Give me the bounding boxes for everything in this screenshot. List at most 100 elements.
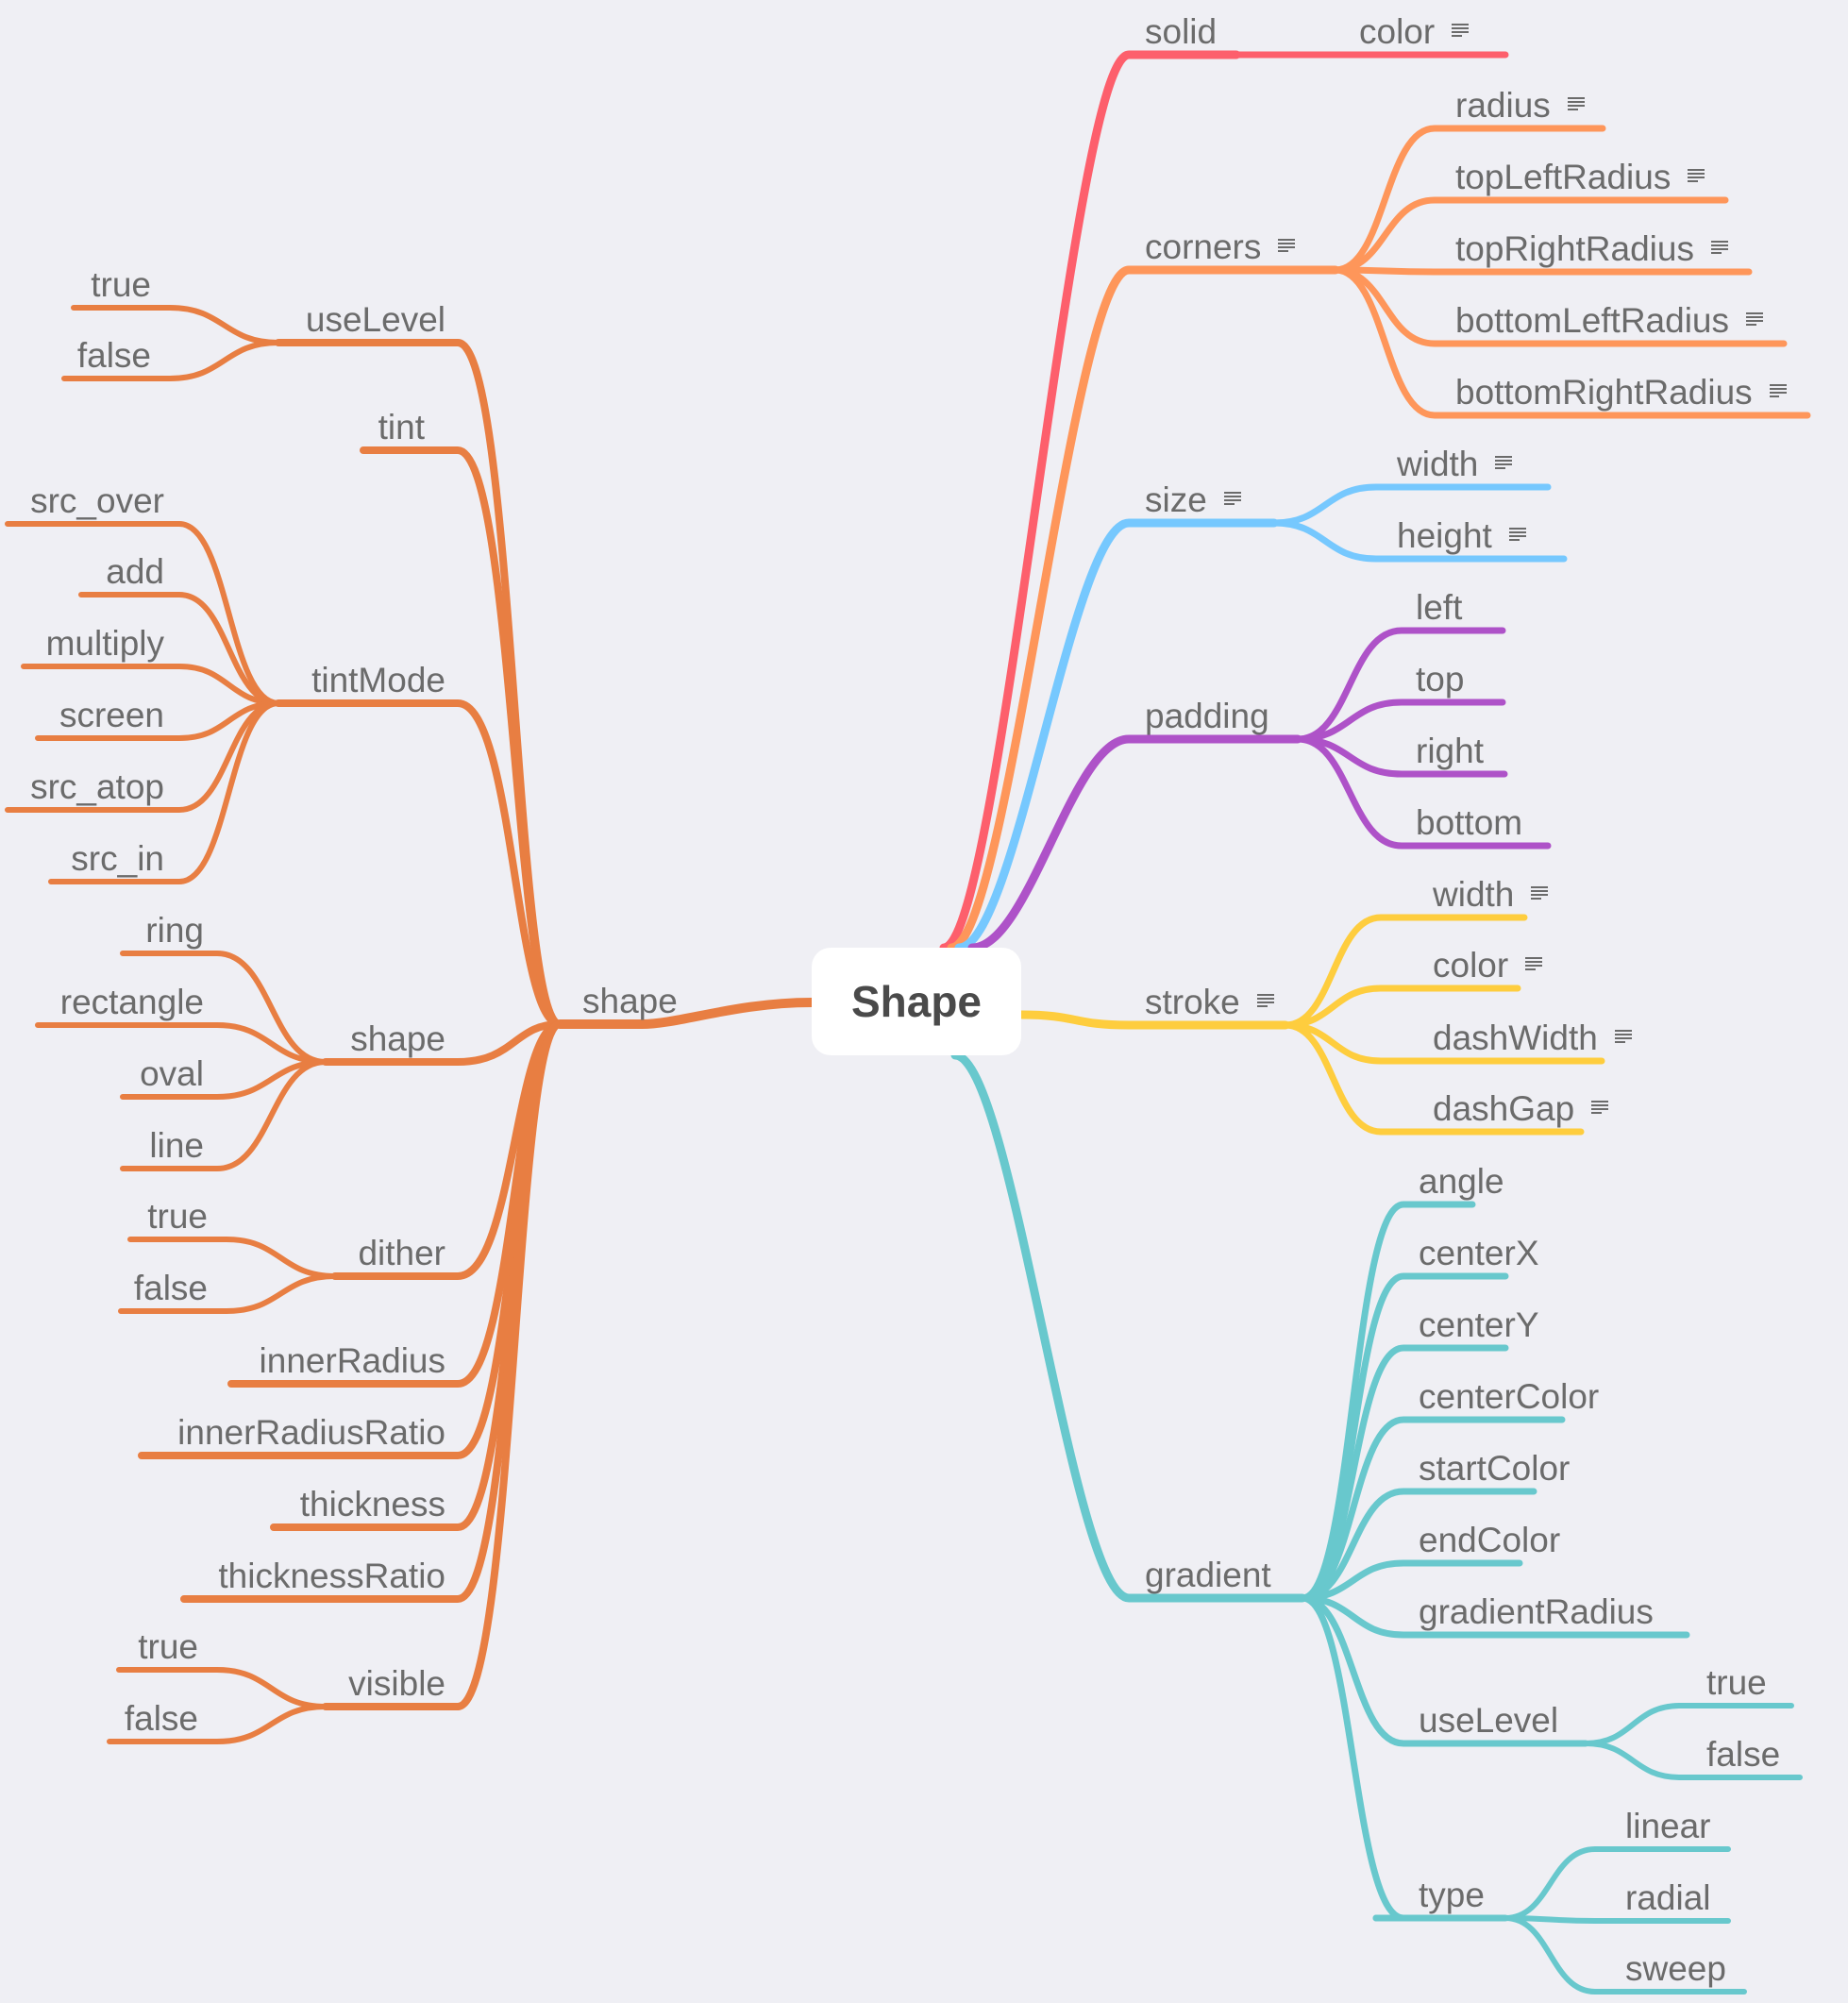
node-label: shape — [582, 982, 678, 1020]
node-false[interactable]: false — [1706, 1737, 1780, 1772]
note-icon[interactable] — [1508, 528, 1526, 542]
node-left[interactable]: left — [1416, 590, 1462, 625]
node-false[interactable]: false — [77, 338, 151, 373]
note-icon[interactable] — [1591, 1101, 1609, 1115]
node-solid[interactable]: solid — [1145, 14, 1217, 49]
node-true[interactable]: true — [147, 1199, 208, 1234]
node-dashWidth[interactable]: dashWidth — [1433, 1020, 1632, 1055]
note-icon[interactable] — [1746, 312, 1764, 327]
node-label: true — [138, 1627, 198, 1666]
note-icon[interactable] — [1278, 239, 1296, 253]
node-padding[interactable]: padding — [1145, 699, 1269, 733]
node-right[interactable]: right — [1416, 733, 1484, 768]
node-top[interactable]: top — [1416, 662, 1464, 697]
node-screen[interactable]: screen — [59, 698, 164, 732]
node-false[interactable]: false — [125, 1701, 198, 1736]
node-topLeftRadius[interactable]: topLeftRadius — [1455, 160, 1705, 194]
node-line[interactable]: line — [149, 1128, 204, 1163]
child-connector — [1299, 1594, 1404, 1922]
node-true[interactable]: true — [1706, 1665, 1767, 1700]
node-width[interactable]: width — [1433, 877, 1549, 912]
node-rectangle[interactable]: rectangle — [60, 985, 204, 1019]
node-angle[interactable]: angle — [1419, 1164, 1504, 1199]
node-centerColor[interactable]: centerColor — [1419, 1379, 1599, 1414]
child-connector — [1294, 627, 1506, 743]
node-label: type — [1419, 1876, 1485, 1914]
node-centerY[interactable]: centerY — [1419, 1307, 1539, 1342]
node-label: startColor — [1419, 1449, 1571, 1488]
node-linear[interactable]: linear — [1625, 1809, 1711, 1843]
node-startColor[interactable]: startColor — [1419, 1451, 1570, 1486]
node-tintMode[interactable]: tintMode — [311, 663, 445, 698]
node-visible[interactable]: visible — [348, 1666, 445, 1701]
node-corners[interactable]: corners — [1145, 229, 1296, 264]
node-label: tint — [378, 408, 425, 446]
node-true[interactable]: true — [91, 267, 151, 302]
note-icon[interactable] — [1614, 1030, 1632, 1044]
node-centerX[interactable]: centerX — [1419, 1236, 1539, 1271]
node-radius[interactable]: radius — [1455, 88, 1585, 123]
leaf-connector — [1503, 1915, 1731, 1924]
node-src_in[interactable]: src_in — [71, 841, 164, 876]
node-type[interactable]: type — [1419, 1877, 1485, 1912]
node-label: screen — [59, 696, 164, 734]
node-oval[interactable]: oval — [140, 1056, 204, 1091]
node-shape-branch[interactable]: shape — [582, 984, 678, 1018]
node-gradientRadius[interactable]: gradientRadius — [1419, 1594, 1654, 1629]
node-height[interactable]: height — [1397, 518, 1526, 553]
node-topRightRadius[interactable]: topRightRadius — [1455, 231, 1728, 266]
node-thicknessRatio[interactable]: thicknessRatio — [218, 1558, 445, 1593]
node-label: false — [133, 1269, 208, 1307]
node-sweep[interactable]: sweep — [1625, 1951, 1726, 1986]
node-gradient[interactable]: gradient — [1145, 1557, 1271, 1592]
node-bottomLeftRadius[interactable]: bottomLeftRadius — [1455, 303, 1764, 338]
node-width[interactable]: width — [1397, 446, 1513, 481]
note-icon[interactable] — [1256, 994, 1274, 1008]
node-label: ring — [145, 911, 204, 950]
node-ring[interactable]: ring — [145, 913, 204, 948]
node-bottomRightRadius[interactable]: bottomRightRadius — [1455, 375, 1787, 410]
node-color[interactable]: color — [1433, 948, 1543, 983]
node-true[interactable]: true — [138, 1629, 198, 1664]
node-label: tintMode — [311, 661, 445, 699]
note-icon[interactable] — [1710, 241, 1728, 255]
node-dashGap[interactable]: dashGap — [1433, 1091, 1609, 1126]
node-tint[interactable]: tint — [378, 410, 425, 445]
node-bottom[interactable]: bottom — [1416, 805, 1522, 840]
node-size[interactable]: size — [1145, 482, 1241, 517]
note-icon[interactable] — [1452, 24, 1470, 38]
node-label: bottomRightRadius — [1455, 373, 1753, 412]
node-label: dither — [358, 1234, 445, 1272]
node-multiply[interactable]: multiply — [46, 626, 164, 661]
node-endColor[interactable]: endColor — [1419, 1523, 1560, 1557]
node-color[interactable]: color — [1359, 12, 1470, 51]
node-src_atop[interactable]: src_atop — [30, 769, 164, 804]
note-icon[interactable] — [1531, 886, 1549, 901]
node-label: linear — [1625, 1807, 1711, 1845]
node-label: src_in — [71, 839, 164, 878]
note-icon[interactable] — [1525, 957, 1543, 971]
note-icon[interactable] — [1567, 97, 1585, 111]
note-icon[interactable] — [1223, 492, 1241, 506]
node-src_over[interactable]: src_over — [30, 483, 164, 518]
note-icon[interactable] — [1688, 169, 1705, 183]
node-label: dashWidth — [1433, 1018, 1598, 1057]
node-useLevel[interactable]: useLevel — [1419, 1703, 1558, 1738]
node-add[interactable]: add — [106, 554, 164, 589]
node-label: multiply — [45, 624, 164, 663]
node-radial[interactable]: radial — [1625, 1880, 1711, 1915]
node-innerRadius[interactable]: innerRadius — [260, 1343, 445, 1378]
root-node[interactable]: Shape — [812, 948, 1021, 1055]
node-innerRadiusRatio[interactable]: innerRadiusRatio — [177, 1415, 445, 1450]
node-false[interactable]: false — [134, 1271, 208, 1305]
node-label: innerRadiusRatio — [177, 1413, 445, 1452]
node-thickness[interactable]: thickness — [300, 1487, 445, 1522]
node-label: color — [1359, 12, 1436, 51]
note-icon[interactable] — [1495, 456, 1513, 470]
node-label: top — [1416, 660, 1465, 699]
node-dither[interactable]: dither — [358, 1236, 445, 1271]
node-stroke[interactable]: stroke — [1145, 985, 1274, 1019]
node-useLevel[interactable]: useLevel — [306, 302, 445, 337]
node-shape[interactable]: shape — [350, 1021, 445, 1056]
note-icon[interactable] — [1769, 384, 1787, 398]
